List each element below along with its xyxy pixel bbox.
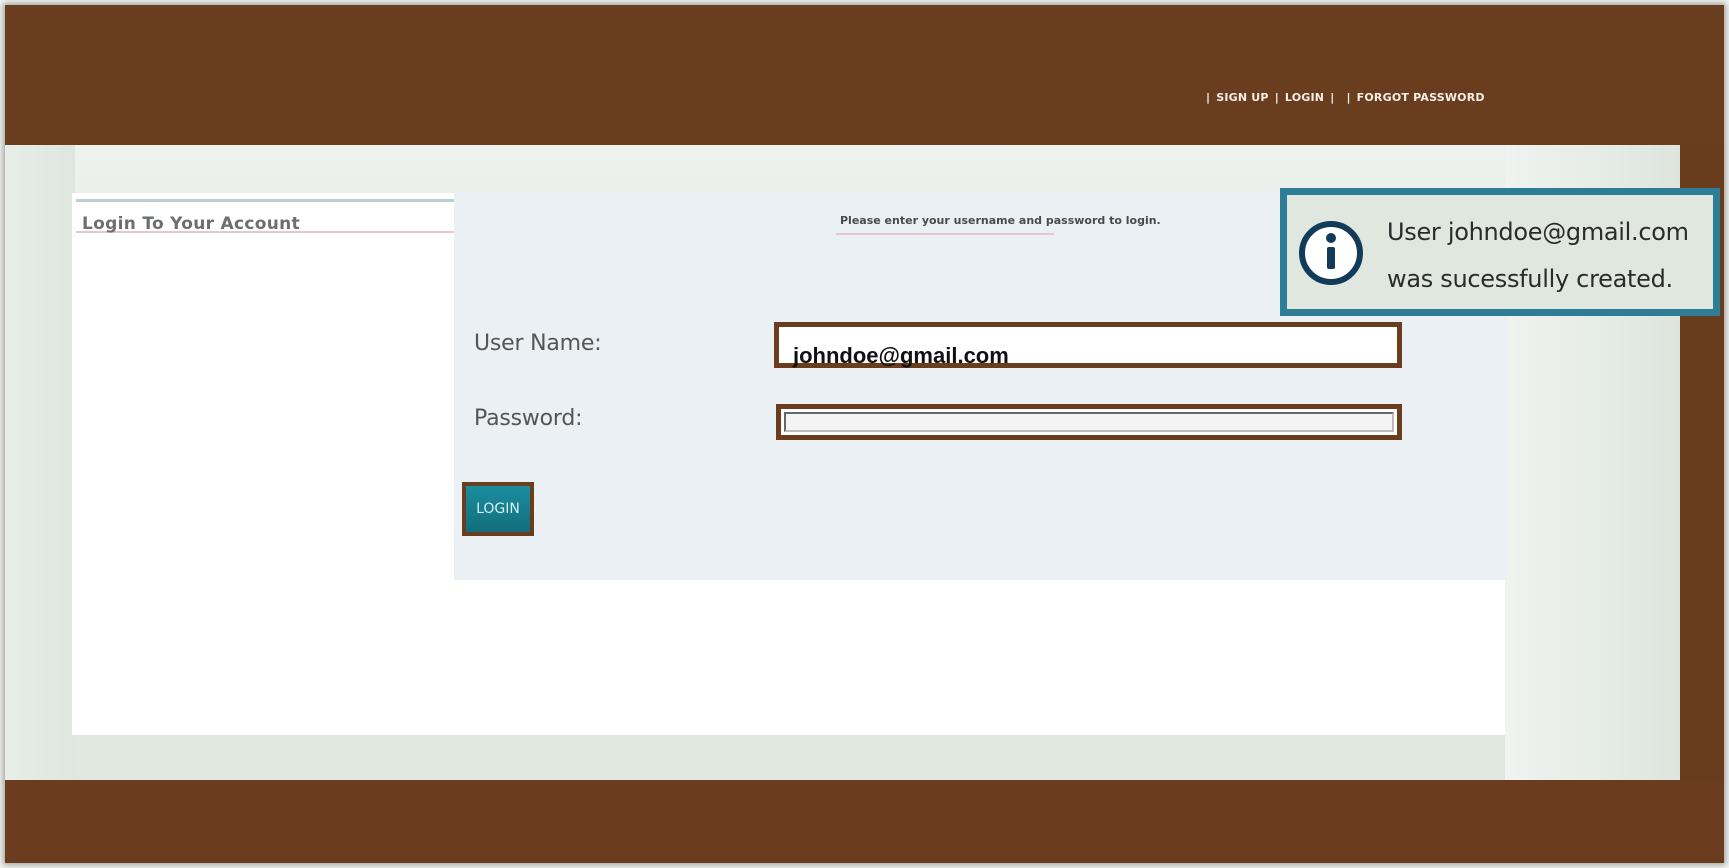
- password-input[interactable]: [784, 412, 1394, 432]
- header-bar: | SIGN UP | LOGIN | | FORGOT PASSWORD: [5, 5, 1724, 145]
- password-field[interactable]: [776, 404, 1402, 440]
- footer-bar: [5, 780, 1724, 863]
- username-label: User Name:: [474, 331, 602, 356]
- nav-separator: |: [1346, 91, 1351, 104]
- page-title: Login To Your Account: [82, 214, 300, 234]
- username-field[interactable]: johndoe@gmail.com: [774, 322, 1402, 368]
- success-notice: User johndoe@gmail.com was sucessfully c…: [1280, 188, 1720, 316]
- nav-separator: |: [1274, 91, 1279, 104]
- notice-line-1: User johndoe@gmail.com: [1387, 218, 1689, 246]
- nav-link-forgot-password[interactable]: FORGOT PASSWORD: [1357, 91, 1485, 111]
- username-value: johndoe@gmail.com: [793, 343, 1009, 368]
- nav-separator: |: [1206, 91, 1211, 104]
- notice-line-2: was sucessfully created.: [1387, 265, 1673, 293]
- nav-link-login[interactable]: LOGIN: [1285, 91, 1324, 111]
- info-icon: [1299, 221, 1363, 285]
- login-hint: Please enter your username and password …: [840, 214, 1161, 227]
- nav-link-sign-up[interactable]: SIGN UP: [1216, 91, 1268, 111]
- hint-underline: [836, 233, 1054, 235]
- top-nav: | SIGN UP | LOGIN | | FORGOT PASSWORD: [1200, 91, 1485, 111]
- password-label: Password:: [474, 406, 583, 431]
- nav-separator: |: [1330, 91, 1335, 104]
- login-button[interactable]: LOGIN: [462, 482, 534, 536]
